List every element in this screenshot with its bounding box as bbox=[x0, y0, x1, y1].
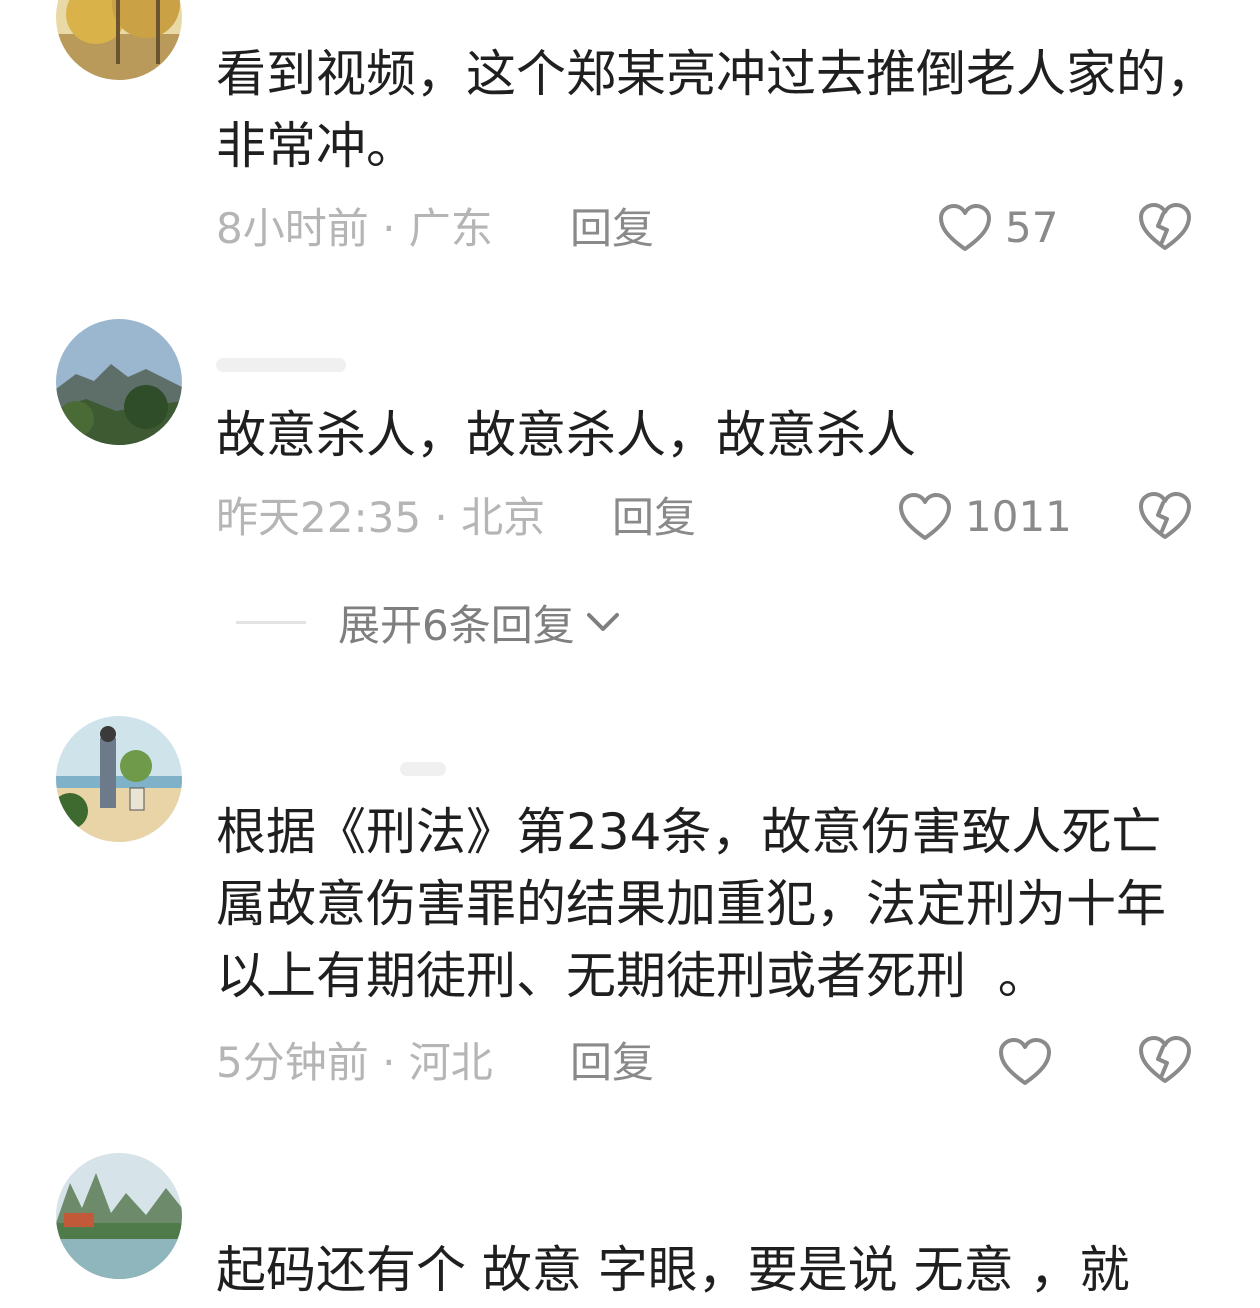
dislike-button[interactable] bbox=[1137, 489, 1193, 543]
comment-meta: 8小时前 · 广东 bbox=[216, 201, 493, 257]
heart-outline-icon bbox=[999, 1038, 1051, 1085]
comment-time: 8小时前 bbox=[216, 204, 369, 253]
comment-location: 广东 bbox=[408, 204, 493, 253]
broken-heart-icon bbox=[1139, 492, 1191, 539]
chevron-down-icon bbox=[586, 613, 619, 631]
heart-outline-icon bbox=[939, 204, 991, 251]
dislike-button[interactable] bbox=[1137, 1033, 1193, 1087]
comment-meta: 昨天22:35 · 北京 bbox=[216, 490, 545, 546]
username[interactable] bbox=[400, 762, 446, 776]
divider bbox=[236, 620, 306, 624]
comment-text: 看到视频，这个郑某亮冲过去推倒老人家的， 非常冲。 bbox=[216, 45, 1216, 175]
meta-separator: · bbox=[368, 1038, 409, 1087]
avatar[interactable] bbox=[56, 1153, 182, 1279]
comment-location: 北京 bbox=[461, 493, 546, 542]
expand-replies-button[interactable]: 展开6条回复 bbox=[236, 592, 621, 652]
comment-location: 河北 bbox=[408, 1038, 493, 1087]
broken-heart-icon bbox=[1139, 203, 1191, 250]
like-count: 1011 bbox=[965, 492, 1072, 541]
expand-replies-label: 展开6条回复 bbox=[338, 600, 575, 650]
reply-button[interactable]: 回复 bbox=[570, 201, 654, 257]
comment-meta: 5分钟前 · 河北 bbox=[216, 1035, 493, 1091]
meta-separator: · bbox=[368, 204, 409, 253]
like-button[interactable] bbox=[997, 1032, 1065, 1092]
meta-separator: · bbox=[421, 493, 462, 542]
broken-heart-icon bbox=[1139, 1036, 1191, 1083]
reply-button[interactable]: 回复 bbox=[570, 1035, 654, 1091]
comment-text: 起码还有个 故意 字眼，要是说 无意 ，就 bbox=[216, 1241, 1130, 1299]
comment-time: 昨天22:35 bbox=[216, 493, 422, 542]
comment-text: 故意杀人，故意杀人，故意杀人 bbox=[216, 406, 916, 464]
reply-button[interactable]: 回复 bbox=[612, 490, 696, 546]
comment-text: 根据《刑法》第234条，故意伤害致人死亡 属故意伤害罪的结果加重犯，法定刑为十年… bbox=[216, 803, 1166, 1005]
dislike-button[interactable] bbox=[1137, 200, 1193, 254]
avatar[interactable] bbox=[56, 0, 182, 80]
like-count: 57 bbox=[1005, 203, 1059, 252]
username[interactable] bbox=[216, 358, 346, 372]
like-button[interactable]: 57 bbox=[937, 198, 1058, 258]
avatar[interactable] bbox=[56, 319, 182, 445]
like-button[interactable]: 1011 bbox=[897, 487, 1072, 547]
comment-time: 5分钟前 bbox=[216, 1038, 369, 1087]
avatar[interactable] bbox=[56, 716, 182, 842]
heart-outline-icon bbox=[899, 493, 951, 540]
